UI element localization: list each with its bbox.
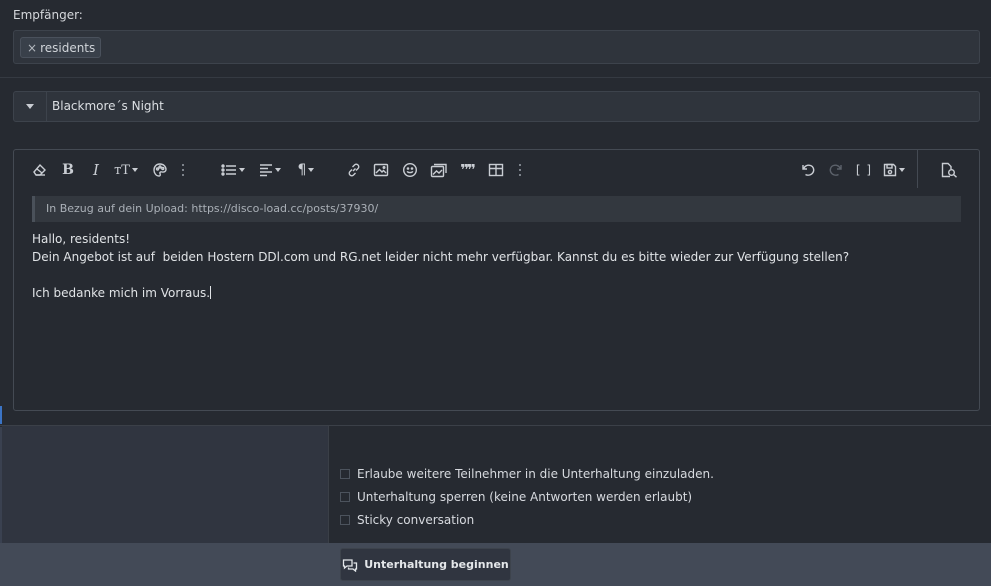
prefix-dropdown-button[interactable]	[14, 92, 47, 121]
checkbox[interactable]	[340, 469, 350, 479]
option-sticky[interactable]: Sticky conversation	[340, 513, 474, 527]
list-icon	[221, 164, 236, 176]
title-field: Blackmore´s Night	[13, 91, 980, 122]
edge-marker	[0, 406, 2, 424]
message-line	[32, 266, 962, 284]
recipient-chip-label: residents	[40, 40, 96, 55]
preview-icon[interactable]	[938, 160, 960, 180]
checkbox[interactable]	[340, 492, 350, 502]
caret-down-icon	[239, 168, 245, 172]
option-label: Erlaube weitere Teilnehmer in die Unterh…	[357, 467, 714, 481]
option-allow-invite[interactable]: Erlaube weitere Teilnehmer in die Unterh…	[340, 467, 714, 481]
divider	[0, 77, 991, 78]
caret-down-icon	[275, 168, 281, 172]
caret-down-icon	[899, 168, 905, 172]
more-options-icon[interactable]	[178, 160, 188, 180]
quote-block: In Bezug auf dein Upload: https://disco-…	[32, 196, 961, 222]
caret-down-icon	[308, 168, 315, 172]
checkbox[interactable]	[340, 515, 350, 525]
bbcode-toggle-icon[interactable]: [ ]	[854, 160, 874, 180]
link-icon[interactable]	[344, 160, 364, 180]
list-button[interactable]	[218, 160, 248, 180]
align-button[interactable]	[256, 160, 284, 180]
option-lock-conversation[interactable]: Unterhaltung sperren (keine Antworten we…	[340, 490, 692, 504]
option-label: Unterhaltung sperren (keine Antworten we…	[357, 490, 693, 504]
message-editor: B I тT ¶ ❞❞ [] In Bezug auf dein Upload…	[13, 149, 980, 411]
toolbar-divider	[917, 150, 918, 188]
message-line: Ich bedanke mich im Vorraus.	[32, 286, 211, 300]
caret-down-icon	[26, 104, 34, 109]
more-insert-icon[interactable]	[515, 160, 525, 180]
drafts-icon	[883, 163, 897, 177]
drafts-button[interactable]	[880, 160, 908, 180]
caret-down-icon	[131, 168, 138, 172]
italic-icon[interactable]: I	[86, 160, 106, 180]
quote-icon[interactable]: ❞❞	[456, 160, 478, 180]
paragraph-button[interactable]: ¶	[292, 160, 320, 180]
text-size-icon: тT	[114, 162, 130, 178]
message-line-last: Ich bedanke mich im Vorraus.	[32, 284, 962, 302]
media-icon[interactable]	[428, 160, 450, 180]
smilie-icon[interactable]	[400, 160, 420, 180]
remove-recipient-icon[interactable]: ×	[27, 41, 37, 55]
options-label-cell	[2, 426, 328, 544]
conversation-icon	[343, 558, 358, 572]
text-cursor	[210, 286, 212, 299]
start-conversation-button[interactable]: Unterhaltung beginnen	[340, 548, 511, 581]
title-input[interactable]: Blackmore´s Night	[47, 92, 164, 121]
eraser-icon[interactable]	[30, 160, 48, 180]
editor-toolbar: B I тT ¶ ❞❞ []	[14, 150, 979, 190]
message-body[interactable]: Hallo, residents! Dein Angebot ist auf b…	[32, 230, 962, 302]
table-icon[interactable]	[486, 160, 506, 180]
recipients-input[interactable]: × residents	[13, 30, 980, 64]
text-size-button[interactable]: тT	[110, 160, 142, 180]
image-icon[interactable]	[371, 160, 391, 180]
align-icon	[260, 164, 272, 177]
message-line: Hallo, residents!	[32, 232, 131, 246]
undo-icon[interactable]	[798, 160, 818, 180]
recipients-label: Empfänger:	[13, 8, 83, 22]
bold-icon[interactable]: B	[58, 160, 78, 180]
redo-icon[interactable]	[826, 160, 846, 180]
palette-icon[interactable]	[150, 160, 170, 180]
start-conversation-label: Unterhaltung beginnen	[364, 558, 509, 571]
recipient-chip: × residents	[20, 37, 102, 58]
option-label: Sticky conversation	[357, 513, 475, 527]
paragraph-icon: ¶	[297, 162, 307, 178]
message-line: Dein Angebot ist auf beiden Hostern DDl.…	[32, 250, 850, 264]
